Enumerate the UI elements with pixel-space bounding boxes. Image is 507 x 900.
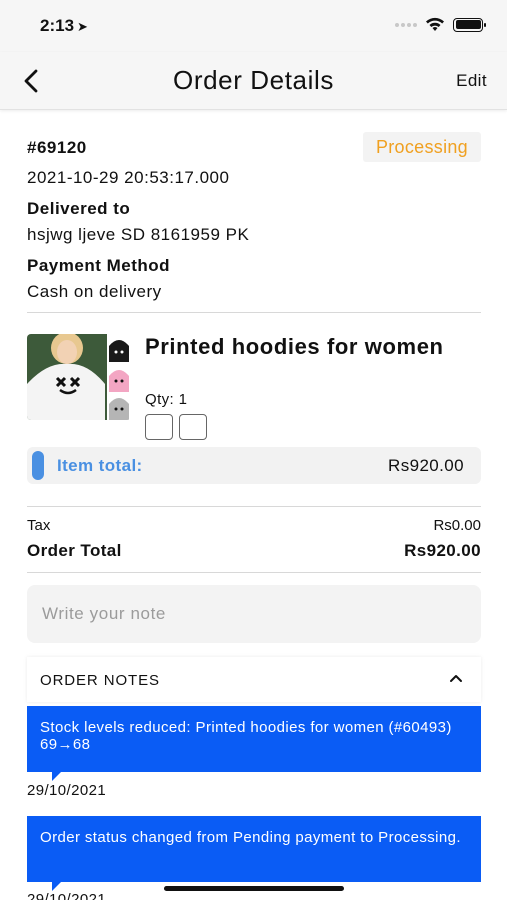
battery-icon	[453, 17, 486, 32]
delivery-address: hsjwg ljeve SD 8161959 PK	[27, 225, 250, 244]
order-note: Stock levels reduced: Printed hoodies fo…	[27, 706, 481, 781]
product-name[interactable]: Printed hoodies for women	[145, 334, 445, 360]
status-time: 2:13 ➤	[40, 16, 88, 35]
wifi-icon	[426, 17, 444, 31]
product-image[interactable]	[27, 334, 131, 420]
order-id: #69120	[27, 138, 87, 157]
accent-bar	[32, 451, 44, 480]
nav-bar: Order Details Edit	[0, 52, 507, 110]
order-total-label: Order Total	[27, 541, 122, 560]
chevron-up-icon[interactable]	[448, 670, 464, 686]
home-indicator	[164, 886, 344, 891]
payment-method: Cash on delivery	[27, 282, 162, 301]
order-note-date: 29/10/2021	[27, 782, 107, 799]
delivered-to-label: Delivered to	[27, 199, 131, 218]
item-total-value: Rs920.00	[388, 456, 464, 475]
variant-box	[179, 414, 207, 440]
order-note-date: 29/10/2021	[27, 891, 107, 900]
order-notes-header[interactable]: ORDER NOTES	[27, 657, 481, 702]
tax-value: Rs0.00	[433, 517, 481, 534]
status-badge: Processing	[362, 132, 481, 162]
order-total-value: Rs920.00	[404, 541, 481, 560]
location-arrow-icon: ➤	[77, 19, 88, 34]
payment-method-label: Payment Method	[27, 256, 171, 275]
product-quantity: Qty: 1	[145, 391, 188, 408]
edit-button[interactable]: Edit	[456, 71, 487, 91]
tax-label: Tax	[27, 517, 51, 534]
note-input[interactable]	[27, 585, 481, 643]
divider	[27, 312, 481, 313]
order-note: Order status changed from Pending paymen…	[27, 816, 481, 891]
order-notes-title: ORDER NOTES	[40, 672, 160, 689]
item-total-label: Item total:	[57, 456, 143, 475]
divider	[27, 572, 481, 573]
signal-icon	[395, 22, 417, 27]
status-bar: 2:13 ➤	[0, 0, 507, 52]
order-datetime: 2021-10-29 20:53:17.000	[27, 168, 230, 187]
item-total-row: Item total: Rs920.00	[27, 447, 481, 484]
page-title: Order Details	[173, 65, 334, 95]
divider	[27, 506, 481, 507]
status-icons	[395, 17, 486, 32]
variant-box	[145, 414, 173, 440]
